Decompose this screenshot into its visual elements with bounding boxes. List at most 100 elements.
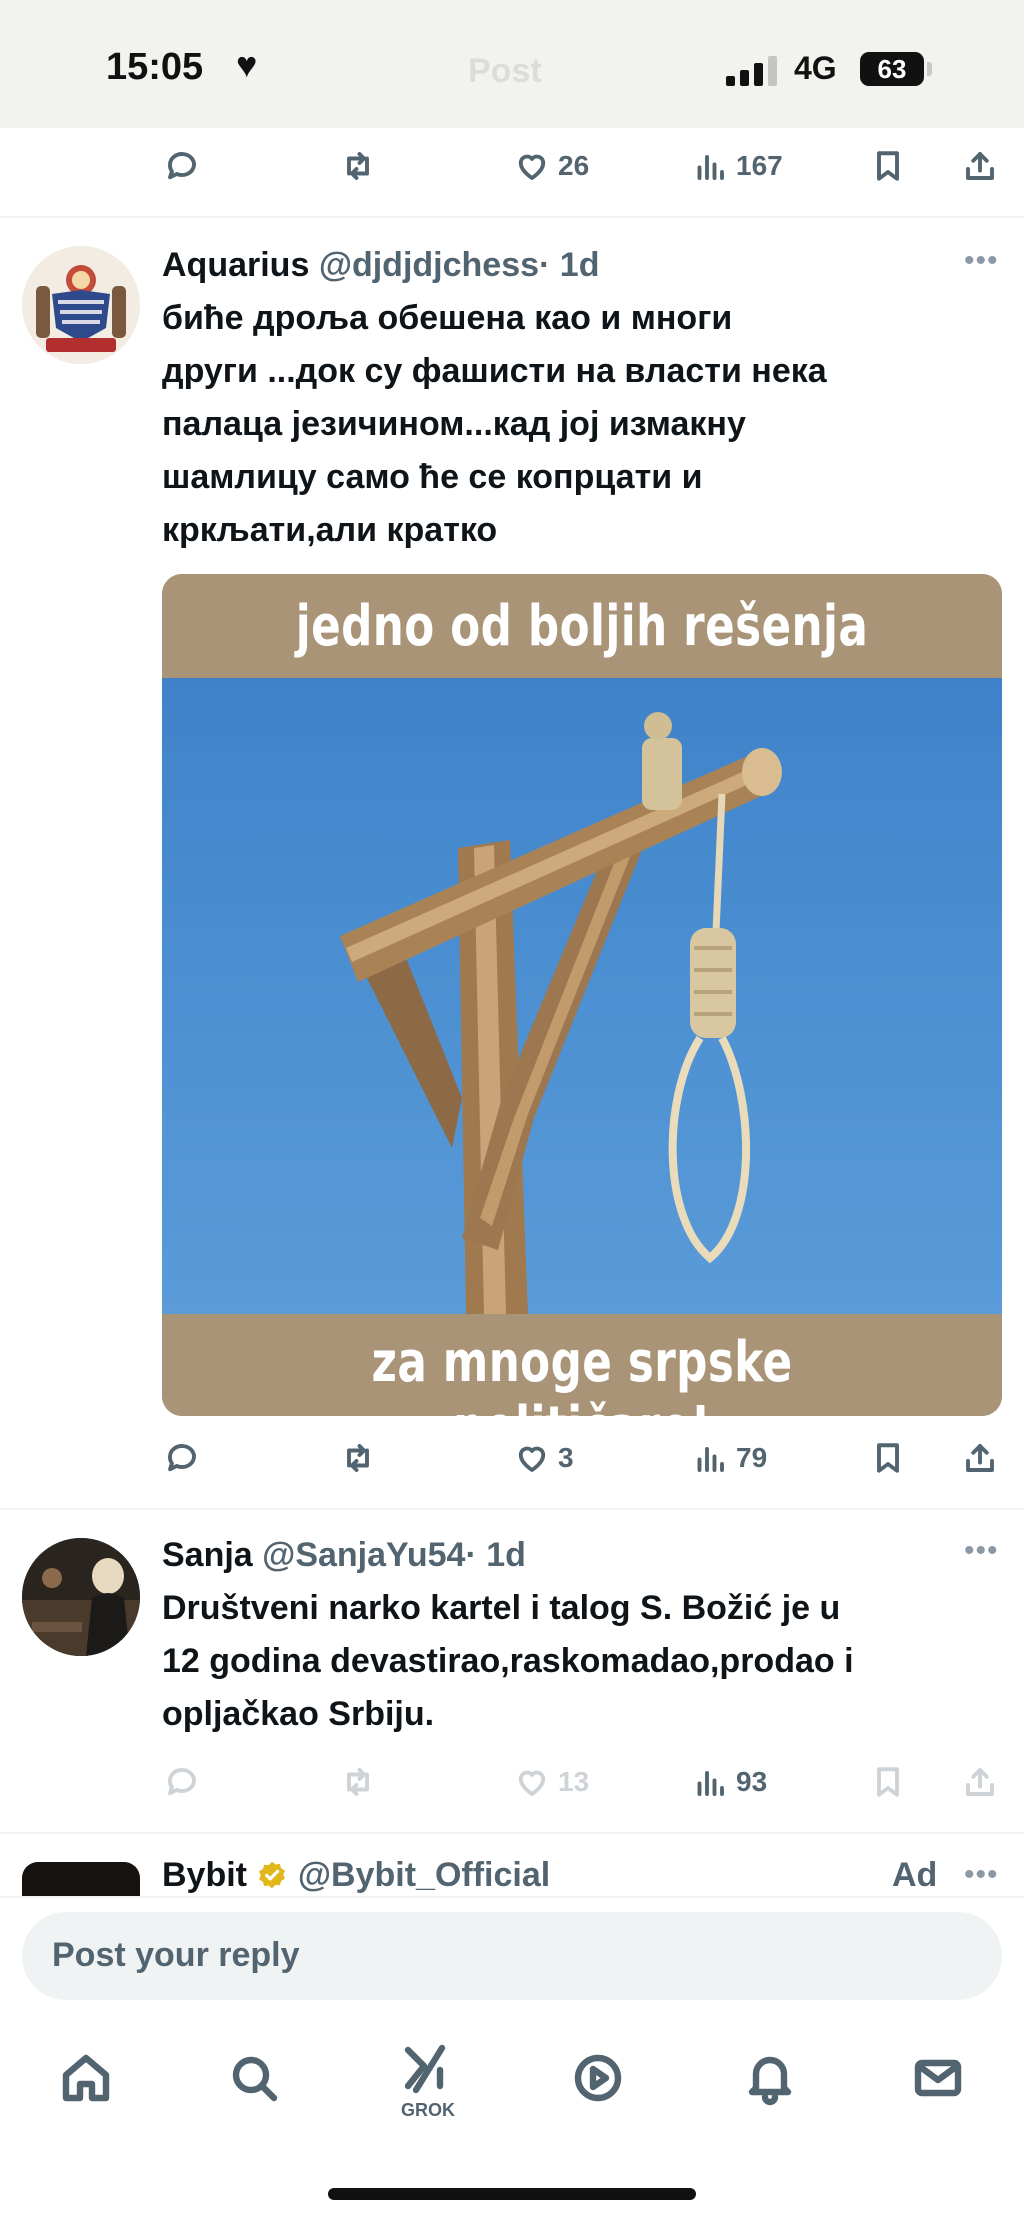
mail-icon (914, 2059, 962, 2097)
reply-icon (168, 1444, 196, 1472)
heart-icon: ♥ (236, 44, 258, 85)
reply-button[interactable] (164, 136, 200, 196)
heart-outline-icon (518, 154, 546, 180)
bookmark-icon (877, 151, 899, 181)
tweet-header: Bybit @Bybit_Official (162, 1856, 550, 1895)
previous-tweet-actions: 26 167 (0, 136, 1024, 196)
divider (0, 1832, 1024, 1834)
repost-button[interactable] (340, 136, 376, 196)
image-caption-top: jedno od boljih rešenja (295, 594, 869, 659)
image-caption-bottom: za mnoge srpske političare! (371, 1330, 793, 1416)
views-count: 79 (736, 1442, 768, 1473)
tweet-text-line: биће дроља обешена као и многи (162, 299, 733, 337)
divider (0, 216, 1024, 218)
avatar[interactable] (22, 246, 140, 364)
more-options-icon[interactable]: ••• (964, 1534, 999, 1568)
share-icon (966, 1768, 994, 1796)
tweet-text-line: палаца језичином...кад јој измакну (162, 405, 746, 443)
nav-video[interactable] (570, 2050, 630, 2110)
tweet-text-line: Društveni narko kartel i talog S. Božić … (162, 1589, 841, 1627)
reply-icon (168, 152, 196, 180)
network-type: 4G (794, 50, 837, 86)
photo-avatar-image (22, 1538, 140, 1656)
display-name[interactable]: Aquarius (162, 246, 309, 284)
home-indicator (328, 2188, 696, 2200)
repost-icon (347, 1444, 369, 1472)
repost-button[interactable] (340, 1428, 376, 1488)
views-icon (697, 1771, 724, 1796)
user-handle[interactable]: @djdjdjchess (319, 246, 539, 284)
faded-header-title: Post (468, 52, 542, 90)
like-button[interactable]: 13 (514, 1752, 589, 1812)
nav-messages[interactable] (910, 2050, 970, 2110)
tweet-text-line: opljačkao Srbiju. (162, 1695, 435, 1733)
bookmark-icon (877, 1443, 899, 1473)
post-time: · 1d (465, 1536, 526, 1574)
views-icon (697, 155, 724, 180)
battery-tip (927, 62, 932, 76)
avatar[interactable] (22, 1862, 140, 1898)
heart-outline-icon (518, 1446, 546, 1472)
tweet-image[interactable]: jedno od boljih rešenja za mnoge srpske (162, 574, 1002, 1416)
nav-notifications[interactable] (742, 2050, 802, 2110)
tweet-text-line: шамлицу само ће се копрцати и (162, 458, 703, 496)
like-button[interactable]: 26 (514, 136, 589, 196)
user-handle[interactable]: @SanjaYu54 (262, 1536, 465, 1574)
status-time: 15:05 (106, 46, 204, 88)
more-options-icon[interactable]: ••• (964, 1858, 999, 1892)
reply-input[interactable]: Post your reply (22, 1912, 1002, 2000)
like-button[interactable]: 3 (514, 1428, 574, 1488)
display-name[interactable]: Bybit (162, 1856, 247, 1894)
display-name[interactable]: Sanja (162, 1536, 253, 1574)
reply-icon (168, 1768, 196, 1796)
search-icon (232, 2056, 278, 2102)
tweet-header: Aquarius @djdjdjchess· 1d (162, 246, 599, 285)
ad-label: Ad (892, 1856, 938, 1894)
bookmark-button[interactable] (870, 1428, 906, 1488)
reply-button[interactable] (164, 1752, 200, 1812)
tweet-actions: 13 93 (0, 1752, 1024, 1812)
crest-avatar-image (22, 246, 140, 364)
signal-icon (726, 56, 780, 86)
share-button[interactable] (962, 136, 998, 196)
views-count: 167 (736, 150, 783, 181)
repost-icon (347, 152, 369, 180)
views-count: 93 (736, 1766, 768, 1797)
post-time: · 1d (539, 246, 600, 284)
tweet-text: биће дроља обешена као и многи други ...… (162, 292, 1002, 557)
repost-button[interactable] (340, 1752, 376, 1812)
like-count: 3 (558, 1442, 574, 1473)
like-count: 26 (558, 150, 590, 181)
tweet-text-line: 12 godina devastirao,raskomadao,prodao i (162, 1642, 854, 1680)
tweet-text-line: други ...док су фашисти на власти нека (162, 352, 827, 390)
views-button[interactable]: 93 (692, 1752, 767, 1812)
home-icon (62, 2054, 110, 2102)
nav-search[interactable] (226, 2050, 286, 2110)
views-icon (697, 1447, 724, 1472)
views-button[interactable]: 167 (692, 136, 783, 196)
gallows-illustration (340, 712, 782, 1314)
grok-icon (404, 2044, 446, 2094)
play-icon (574, 2054, 622, 2102)
share-icon (966, 152, 994, 180)
bookmark-icon (877, 1767, 899, 1797)
verified-badge-icon (259, 1861, 286, 1889)
reply-button[interactable] (164, 1428, 200, 1488)
tweet-header: Sanja @SanjaYu54· 1d (162, 1536, 526, 1575)
heart-outline-icon (518, 1770, 546, 1796)
reply-placeholder: Post your reply (52, 1936, 300, 1974)
share-button[interactable] (962, 1428, 998, 1488)
bookmark-button[interactable] (870, 1752, 906, 1812)
views-button[interactable]: 79 (692, 1428, 767, 1488)
user-handle[interactable]: @Bybit_Official (298, 1856, 550, 1894)
nav-grok[interactable] (398, 2042, 458, 2102)
avatar[interactable] (22, 1538, 140, 1656)
grok-label: GROK (401, 2100, 455, 2120)
nav-home[interactable] (58, 2050, 118, 2110)
tweet-actions: 3 79 (0, 1428, 1024, 1488)
battery-icon: 63 (860, 52, 924, 86)
bookmark-button[interactable] (870, 136, 906, 196)
more-options-icon[interactable]: ••• (964, 244, 999, 278)
share-button[interactable] (962, 1752, 998, 1812)
like-count: 13 (558, 1766, 590, 1797)
